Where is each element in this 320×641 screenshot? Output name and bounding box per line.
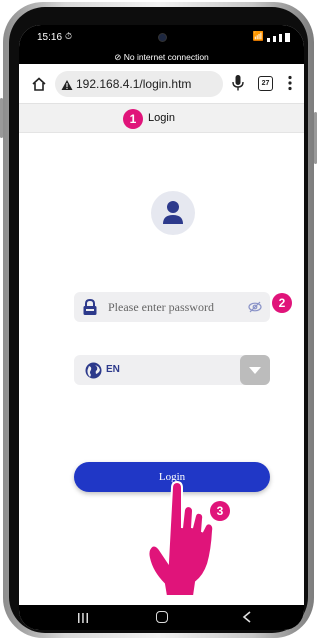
home-icon[interactable] xyxy=(31,76,47,92)
lock-icon xyxy=(83,298,97,315)
address-bar[interactable]: 192.168.4.1/login.htm xyxy=(55,71,223,97)
warning-icon[interactable] xyxy=(61,79,73,91)
status-time: 15:16 xyxy=(37,32,63,43)
no-internet-icon: ⊘ xyxy=(114,52,122,62)
eye-icon[interactable] xyxy=(248,301,262,313)
phone-frame: 15:16 ⏱ 📶 ⊘ No internet connection 192.1… xyxy=(0,2,317,638)
globe-icon xyxy=(85,362,102,379)
language-select[interactable]: EN xyxy=(74,355,270,385)
language-dropdown-button[interactable] xyxy=(240,355,270,385)
step-badge-3: 3 xyxy=(210,501,230,521)
no-internet-text: No internet connection xyxy=(123,52,209,62)
more-vert-icon[interactable] xyxy=(288,75,292,91)
home-nav-icon[interactable] xyxy=(156,611,168,623)
phone-side-button xyxy=(0,98,3,138)
battery-icon xyxy=(285,33,290,42)
pointing-hand-icon xyxy=(144,480,219,600)
signal-bar xyxy=(279,34,282,42)
signal-bar xyxy=(267,38,270,42)
language-value: EN xyxy=(106,364,120,375)
user-icon xyxy=(163,201,183,224)
front-camera xyxy=(158,33,167,42)
signal-bar xyxy=(273,36,276,42)
status-icons: 📶 xyxy=(253,31,290,42)
phone-screen: 15:16 ⏱ 📶 ⊘ No internet connection 192.1… xyxy=(19,25,304,630)
page-title: Login xyxy=(148,112,175,124)
avatar xyxy=(151,191,195,235)
step-badge-2: 2 xyxy=(272,293,292,313)
phone-bezel: 15:16 ⏱ 📶 ⊘ No internet connection 192.1… xyxy=(9,7,308,633)
page-title-bar: Login xyxy=(19,104,304,133)
mic-icon[interactable] xyxy=(231,74,245,92)
no-internet-banner: ⊘ No internet connection xyxy=(19,50,304,64)
browser-toolbar: 192.168.4.1/login.htm 27 xyxy=(19,64,304,104)
step-badge-1: 1 xyxy=(123,109,143,129)
recent-apps-icon[interactable] xyxy=(77,613,89,623)
phone-side-button xyxy=(314,112,317,164)
back-icon[interactable] xyxy=(242,611,252,623)
tabs-icon[interactable]: 27 xyxy=(258,76,273,91)
chevron-down-icon xyxy=(249,367,261,374)
alarm-icon: ⏱ xyxy=(65,31,73,41)
system-nav-bar xyxy=(19,605,304,630)
status-bar: 15:16 ⏱ 📶 xyxy=(19,25,304,50)
password-field[interactable]: Please enter password xyxy=(74,292,270,322)
url-text: 192.168.4.1/login.htm xyxy=(76,77,192,91)
password-input[interactable]: Please enter password xyxy=(108,292,214,322)
wifi-icon: 📶 xyxy=(252,31,264,41)
